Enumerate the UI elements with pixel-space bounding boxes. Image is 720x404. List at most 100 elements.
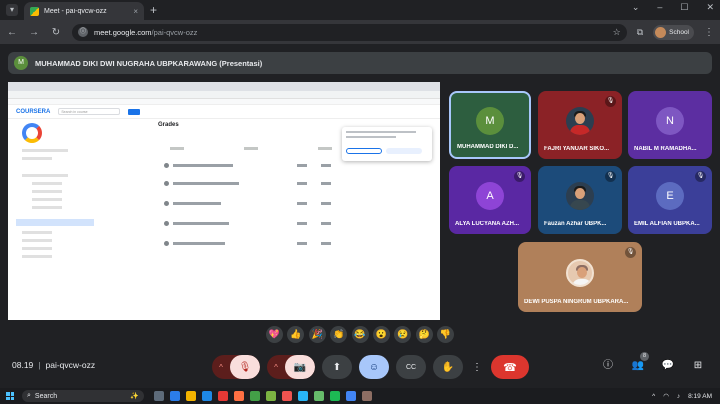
- side-line: [22, 149, 68, 152]
- participant-tile[interactable]: M MUHAMMAD DIKI D...: [449, 91, 531, 159]
- meeting-info: 08.19 | pai-qvcw-ozz: [12, 360, 95, 370]
- task-view-icon[interactable]: [154, 391, 164, 401]
- meet-window: ▾ Meet - pai-qvcw-ozz × + ⌄ – ☐ ✕ ← → ↻ …: [0, 0, 720, 404]
- leave-call-button[interactable]: ☎: [491, 355, 529, 379]
- reaction-surprised-button[interactable]: 😮: [372, 325, 390, 343]
- address-bar[interactable]: ⓘ meet.google.com/pai-qvcw-ozz ☆: [72, 23, 627, 41]
- raise-hand-button[interactable]: ✋: [433, 355, 463, 379]
- bookmark-star-icon[interactable]: ☆: [613, 27, 621, 38]
- reaction-thumbs-down-button[interactable]: 👎: [437, 325, 454, 343]
- shared-table-row: [164, 161, 354, 170]
- participant-name: DEWI PUSPA NINGRUM UBPKARA...: [524, 299, 629, 305]
- participant-tile[interactable]: N NABIL M RAMADHA...: [628, 91, 712, 159]
- app-icon[interactable]: [170, 391, 180, 401]
- reaction-heart-button[interactable]: 💖: [266, 325, 283, 343]
- app-icon[interactable]: [314, 391, 324, 401]
- tray-chevron-icon[interactable]: ^: [652, 393, 655, 400]
- reaction-thumbs-up-button[interactable]: 👍: [287, 325, 305, 343]
- meeting-code: pai-qvcw-ozz: [45, 360, 96, 370]
- participant-tile[interactable]: 🎙 FAJRI YANUAR SIKO...: [538, 91, 622, 159]
- participant-tile[interactable]: 🎙 DEWI PUSPA NINGRUM UBPKARA...: [518, 242, 642, 312]
- file-explorer-icon[interactable]: [186, 391, 196, 401]
- meeting-details-icon[interactable]: ⓘ: [600, 358, 616, 374]
- app-icon[interactable]: [234, 391, 244, 401]
- tab-meet[interactable]: Meet - pai-qvcw-ozz ×: [24, 2, 144, 20]
- browser-toolbar: ← → ↻ ⓘ meet.google.com/pai-qvcw-ozz ☆ ⧉…: [0, 20, 720, 44]
- reaction-laugh-button[interactable]: 😂: [351, 325, 369, 343]
- mic-off-button[interactable]: 🎙: [230, 355, 260, 379]
- shared-screen[interactable]: COURSERA Search in course Grades: [8, 82, 440, 320]
- mic-off-icon: 🎙: [605, 171, 616, 182]
- spotify-icon[interactable]: [330, 391, 340, 401]
- mic-off-icon: 🎙: [605, 96, 616, 107]
- whatsapp-icon[interactable]: [250, 391, 260, 401]
- window-controls: ⌄ – ☐ ✕: [632, 2, 714, 13]
- google-logo-icon: [22, 123, 42, 143]
- participant-name: FAJRI YANUAR SIKO...: [544, 146, 610, 152]
- shared-table-row: [164, 219, 354, 228]
- app-icon[interactable]: [282, 391, 292, 401]
- taskbar-search[interactable]: ⌕ Search ✨: [22, 390, 144, 402]
- taskbar-search-label: Search: [34, 392, 58, 400]
- taskbar-clock[interactable]: 8:19 AM: [688, 393, 712, 400]
- url-path: /pai-qvcw-ozz: [151, 27, 198, 37]
- maximize-button[interactable]: ☐: [680, 2, 688, 13]
- participant-tile[interactable]: E 🎙 EMIL ALFIAN UBPKA...: [628, 166, 712, 234]
- app-icon[interactable]: [362, 391, 372, 401]
- side-line: [32, 182, 62, 185]
- side-line: [32, 206, 62, 209]
- participant-photo: [566, 181, 594, 210]
- search-icon: ⌕: [27, 392, 31, 399]
- reaction-sad-button[interactable]: 😢: [394, 325, 412, 343]
- side-line: [22, 174, 68, 177]
- wifi-icon[interactable]: ◠: [663, 392, 669, 400]
- reaction-clap-button[interactable]: 👏: [330, 325, 348, 343]
- shared-search-button: [128, 108, 141, 115]
- more-options-button[interactable]: ⋮: [470, 355, 484, 379]
- browser-menu-icon[interactable]: ⋮: [704, 27, 714, 38]
- app-icon[interactable]: [218, 391, 228, 401]
- reaction-thinking-button[interactable]: 🤔: [415, 325, 433, 343]
- camera-off-button[interactable]: 📷: [285, 355, 315, 379]
- chrome-icon[interactable]: [346, 391, 356, 401]
- tab-dropdown-button[interactable]: ⌄: [632, 2, 640, 13]
- chat-icon[interactable]: 💬: [660, 358, 676, 374]
- emoji-reactions-button[interactable]: ☺: [359, 355, 389, 379]
- new-tab-button[interactable]: +: [150, 3, 157, 17]
- mic-options-chevron-icon[interactable]: ^: [212, 355, 230, 379]
- app-icon[interactable]: [266, 391, 276, 401]
- app-icon[interactable]: [298, 391, 308, 401]
- meeting-controls: ^ 🎙 ^ 📷 ⬆ ☺ CC ✋ ⋮ ☎: [212, 354, 529, 380]
- back-arrow-icon[interactable]: ←: [6, 27, 18, 38]
- captions-button[interactable]: CC: [396, 355, 426, 379]
- present-button[interactable]: ⬆: [322, 355, 352, 379]
- participant-tile[interactable]: 🎙 Fauzan Azhar UBPK...: [538, 166, 622, 234]
- side-line: [22, 239, 52, 242]
- close-window-button[interactable]: ✕: [706, 2, 714, 13]
- reactions-bar: 💖 👍 🎉 👏 😂 😮 😢 🤔 👎: [262, 324, 458, 344]
- profile-chip[interactable]: School: [653, 24, 694, 40]
- reload-icon[interactable]: ↻: [50, 27, 62, 38]
- site-info-icon[interactable]: ⓘ: [78, 27, 88, 37]
- tab-search-icon[interactable]: ▾: [6, 4, 18, 16]
- shared-table-row: [164, 239, 354, 248]
- url-text: meet.google.com/pai-qvcw-ozz: [94, 28, 607, 37]
- minimize-button[interactable]: –: [657, 2, 662, 13]
- participant-avatar: N: [656, 106, 684, 135]
- participant-tile[interactable]: A 🎙 ALYA LUCYANA AZH...: [449, 166, 531, 234]
- tab-title: Meet - pai-qvcw-ozz: [44, 7, 107, 15]
- activities-icon[interactable]: ⊞: [690, 358, 706, 374]
- participant-avatar: M: [476, 107, 504, 136]
- extensions-icon[interactable]: ⧉: [637, 27, 643, 38]
- camera-options-chevron-icon[interactable]: ^: [267, 355, 285, 379]
- participant-name: ALYA LUCYANA AZH...: [455, 221, 520, 227]
- app-icon[interactable]: [202, 391, 212, 401]
- people-icon[interactable]: 👥 8: [630, 352, 649, 374]
- tab-close-icon[interactable]: ×: [133, 7, 138, 16]
- reaction-party-button[interactable]: 🎉: [308, 325, 326, 343]
- forward-arrow-icon[interactable]: →: [28, 27, 40, 38]
- start-button[interactable]: [0, 388, 20, 404]
- shared-tabstrip: [8, 82, 440, 91]
- volume-icon[interactable]: ♪: [677, 393, 680, 400]
- profile-label: School: [669, 28, 689, 36]
